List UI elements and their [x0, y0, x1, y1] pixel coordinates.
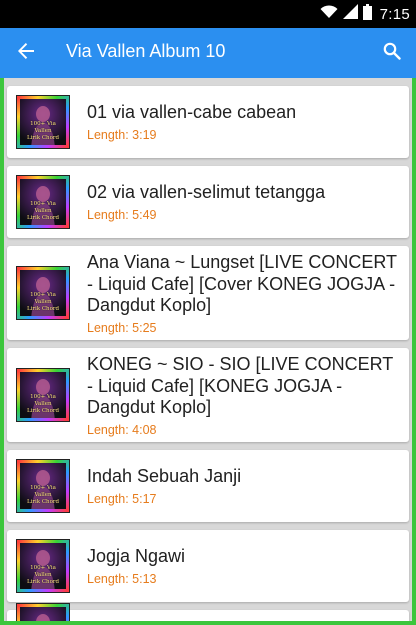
list-item[interactable]: 100+ Via Vallen Lirik Chord Ana Viana ~ Lu…	[7, 246, 409, 340]
song-title: Ana Viana ~ Lungset [LIVE CONCERT - Liqu…	[87, 252, 397, 315]
song-length: Length: 5:25	[87, 320, 157, 335]
song-length: Length: 3:19	[87, 127, 157, 142]
song-title: Indah Sebuah Janji	[87, 466, 242, 486]
song-length: Length: 5:49	[87, 207, 157, 222]
song-title: 01 via vallen-cabe cabean	[87, 102, 297, 122]
song-length: Length: 5:17	[87, 491, 157, 506]
page-title: Via Vallen Album 10	[66, 41, 226, 61]
thumbnail-caption: 100+ Via Vallen Lirik Chord	[26, 485, 60, 505]
arrow-left-icon	[17, 42, 35, 65]
album-thumbnail: 100+ Via VallenLirik Chord	[17, 460, 69, 512]
thumbnail-caption: 100+ Via Vallen Lirik Chord	[26, 292, 60, 312]
thumbnail-caption: 100+ Via Vallen Lirik Chord	[26, 121, 60, 141]
back-button[interactable]	[12, 39, 40, 67]
thumbnail-caption: 100+ Via Vallen Lirik Chord	[26, 201, 60, 221]
song-title: 02 via vallen-selimut tetangga	[87, 182, 326, 202]
album-thumbnail: 100+ Via VallenLirik Chord	[17, 267, 69, 319]
album-thumbnail: 100+ Via VallenLirik Chord	[17, 176, 69, 228]
search-icon	[383, 42, 401, 65]
status-bar: 7:15	[0, 0, 416, 28]
list-item[interactable]: 100+ Via Vallen Lirik Chord KONEG ~ SIO - …	[7, 348, 409, 442]
song-list-container[interactable]: 100+ Via Vallen Lirik Chord 01 via vallen-…	[0, 78, 416, 625]
album-thumbnail: 100+ Via VallenLirik Chord	[17, 369, 69, 421]
battery-icon	[362, 3, 372, 25]
album-thumbnail: 100+ Via VallenLirik Chord	[17, 96, 69, 148]
search-button[interactable]	[378, 39, 406, 67]
thumbnail-caption: 100+ Via Vallen Lirik Chord	[26, 565, 60, 585]
song-length: Length: 5:13	[87, 571, 157, 586]
list-item[interactable]: 100+ Via Vallen Lirik Chord Indah Sebuah J…	[7, 450, 409, 522]
bottom-frame	[0, 621, 416, 625]
song-title: Jogja Ngawi	[87, 546, 186, 566]
status-clock: 7:15	[379, 5, 410, 23]
list-item[interactable]: 100+ Via Vallen Lirik Chord 01 via vallen-…	[7, 86, 409, 158]
thumbnail-caption: 100+ Via Vallen Lirik Chord	[26, 394, 60, 414]
app-bar: Via Vallen Album 10	[0, 28, 416, 78]
status-icons: 7:15	[320, 3, 410, 25]
signal-icon	[342, 4, 358, 24]
list-item[interactable]: 100+ Via Vallen Lirik Chord Jogja Ngawi Len…	[7, 530, 409, 602]
wifi-icon	[320, 4, 338, 24]
song-length: Length: 4:08	[87, 422, 157, 437]
song-title: KONEG ~ SIO - SIO [LIVE CONCERT - Liquid…	[87, 354, 393, 417]
list-item[interactable]: 100+ Via Vallen Lirik Chord 02 via vallen-…	[7, 166, 409, 238]
album-thumbnail: 100+ Via VallenLirik Chord	[17, 540, 69, 592]
